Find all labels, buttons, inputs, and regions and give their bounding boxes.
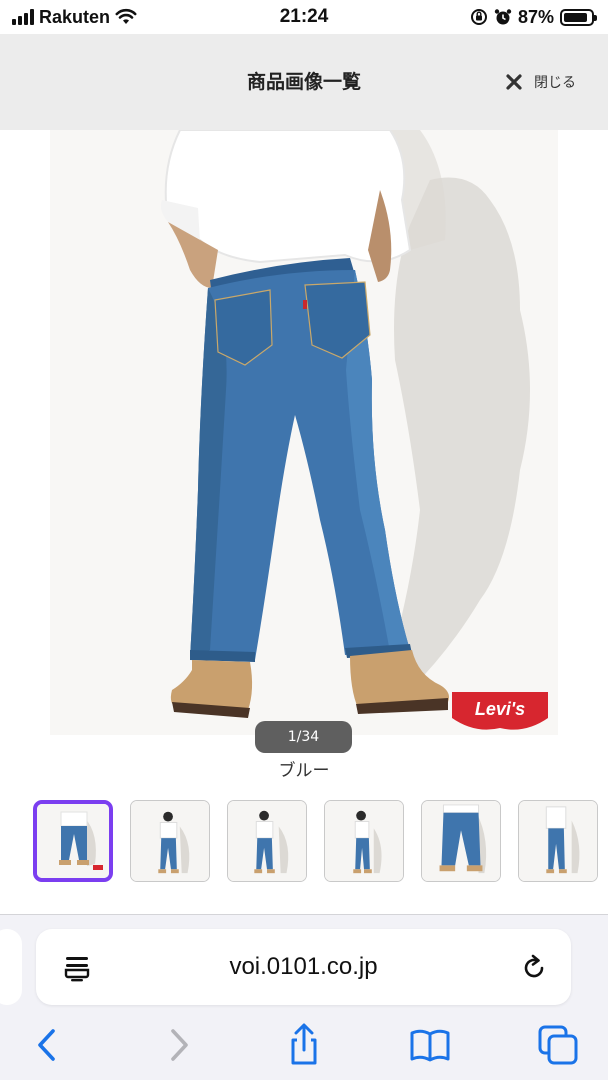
bookmarks-icon[interactable] <box>408 1023 452 1067</box>
close-x-icon <box>506 74 522 90</box>
image-counter: 1/34 <box>255 721 352 753</box>
thumbnail-3-image <box>228 801 306 881</box>
url-text: voi.0101.co.jp <box>229 953 378 980</box>
forward-icon[interactable] <box>156 1023 200 1067</box>
reload-icon[interactable] <box>519 953 549 983</box>
thumbnail-strip[interactable] <box>33 800 608 884</box>
close-label: 閉じる <box>534 75 576 91</box>
thumbnail-6-image <box>519 801 597 881</box>
thumbnail-2-image <box>131 801 209 881</box>
svg-text:Levi's: Levi's <box>475 699 525 719</box>
tabs-icon[interactable] <box>536 1023 580 1067</box>
battery-icon <box>560 8 597 26</box>
status-right: 87% <box>470 4 597 30</box>
levis-logo: Levi's <box>452 692 548 730</box>
thumbnail-5[interactable] <box>421 800 501 882</box>
thumbnail-1[interactable] <box>33 800 113 882</box>
previous-tab-preview[interactable] <box>0 929 22 1005</box>
back-icon[interactable] <box>26 1023 70 1067</box>
main-product-image[interactable]: Levi's <box>50 130 558 735</box>
address-bar[interactable]: voi.0101.co.jp <box>36 929 571 1005</box>
thumbnail-4[interactable] <box>324 800 404 882</box>
battery-percent: 87% <box>517 6 554 27</box>
browser-bottom-bar: voi.0101.co.jp <box>0 914 608 1080</box>
thumbnail-6[interactable] <box>518 800 598 882</box>
alarm-icon <box>494 9 512 25</box>
thumbnail-4-image <box>325 801 403 881</box>
thumbnail-2[interactable] <box>130 800 210 882</box>
screen-rotation-lock-icon <box>470 9 487 25</box>
battery-level <box>564 12 587 22</box>
color-name-label: ブルー <box>278 761 330 781</box>
browser-toolbar <box>0 1023 608 1073</box>
thumbnail-3[interactable] <box>227 800 307 882</box>
close-button[interactable]: 閉じる <box>506 68 576 96</box>
thumbnail-5-image <box>422 801 500 881</box>
share-icon[interactable] <box>282 1023 326 1067</box>
product-photo-jeans-back: Levi's <box>50 130 558 735</box>
gallery-header: 商品画像一覧 閉じる <box>0 34 608 130</box>
status-bar: Rakuten 21:24 87% <box>0 0 608 34</box>
thumbnail-1-image <box>37 804 109 878</box>
